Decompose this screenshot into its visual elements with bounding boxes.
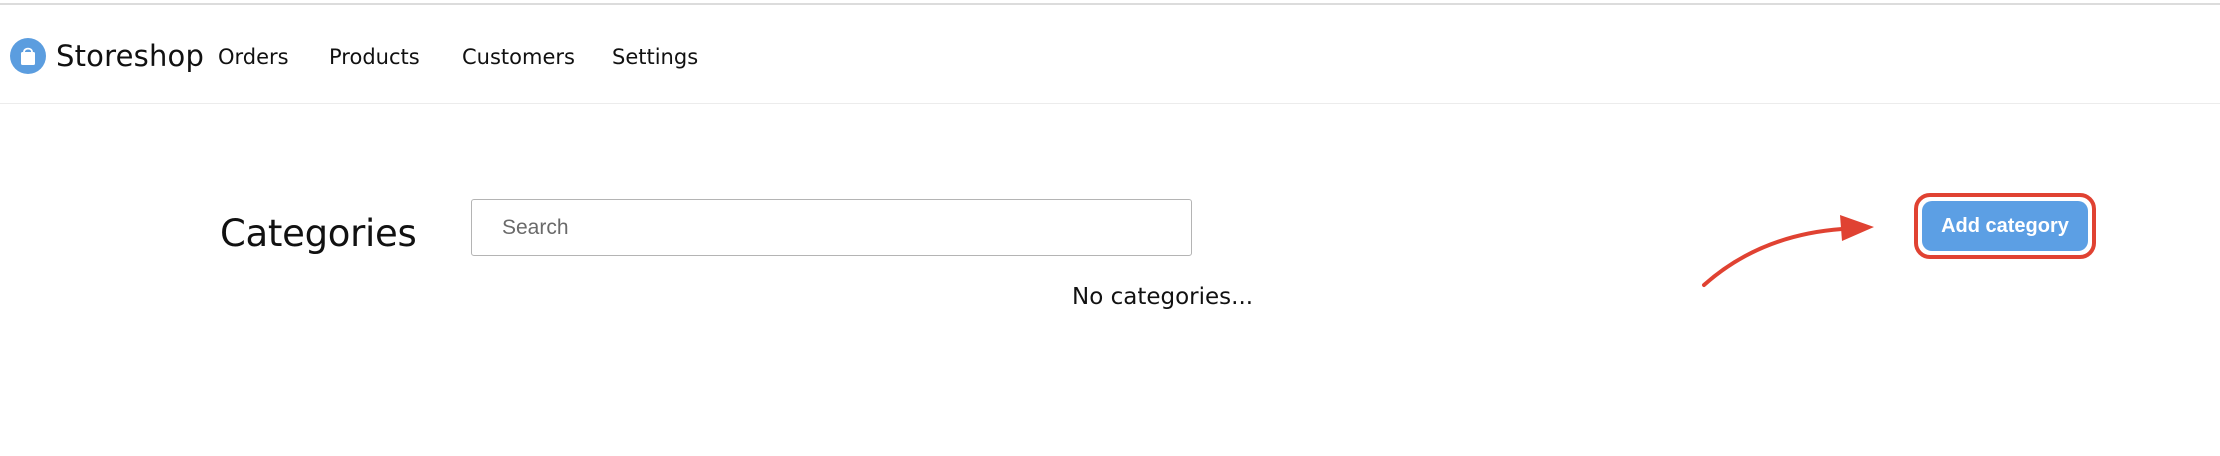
nav-item-customers[interactable]: Customers: [462, 45, 575, 69]
nav-item-products[interactable]: Products: [329, 45, 420, 69]
add-category-button[interactable]: Add category: [1922, 201, 2088, 251]
page: Storeshop Orders Products Customers Sett…: [0, 0, 2220, 456]
search-input[interactable]: [472, 200, 1191, 255]
empty-state-message: No categories...: [1072, 284, 1254, 310]
nav-item-settings[interactable]: Settings: [612, 45, 698, 69]
highlight-outline: Add category: [1914, 193, 2096, 259]
annotation-arrow-icon: [1702, 215, 1874, 287]
brand[interactable]: Storeshop: [10, 33, 204, 79]
nav-item-orders[interactable]: Orders: [218, 45, 289, 69]
search-box: [471, 199, 1192, 256]
page-title: Categories: [220, 212, 417, 255]
brand-name: Storeshop: [56, 39, 205, 73]
shopping-bag-icon: [10, 38, 46, 74]
navbar: Storeshop Orders Products Customers Sett…: [0, 5, 2220, 104]
